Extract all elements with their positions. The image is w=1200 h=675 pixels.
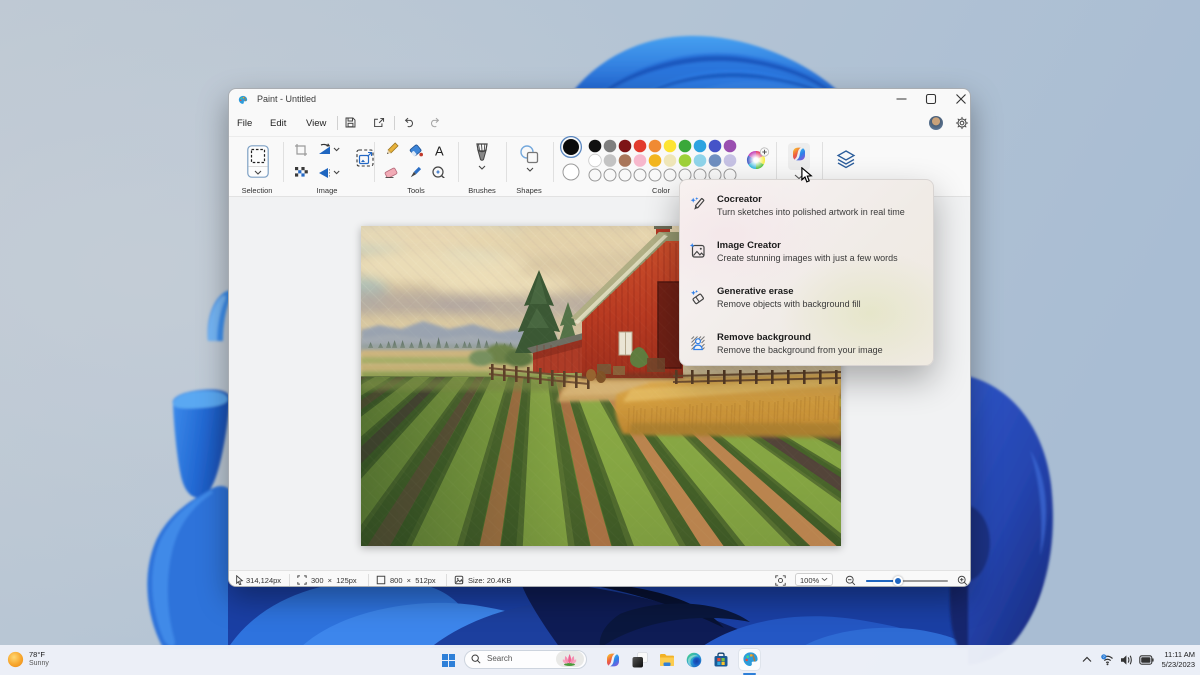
svg-text:A: A	[435, 144, 444, 159]
